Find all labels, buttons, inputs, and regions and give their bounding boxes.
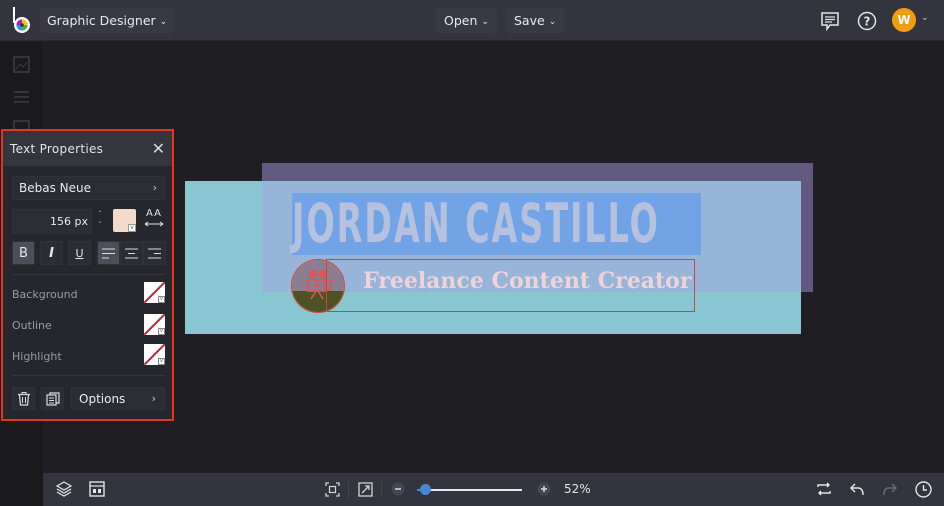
chevron-down-icon: ⌄ (481, 17, 489, 27)
redo-icon (883, 483, 898, 496)
trash-icon (17, 391, 30, 406)
close-icon[interactable]: ✕ (152, 139, 165, 158)
layers-button[interactable] (55, 480, 73, 498)
design-title-text[interactable]: JORDAN CASTILLO (292, 188, 660, 260)
fit-screen-icon (324, 481, 340, 497)
undo-button[interactable] (848, 480, 866, 498)
duplicate-button[interactable] (41, 387, 64, 410)
options-label: Options (79, 391, 126, 406)
adjust-icon[interactable] (13, 88, 30, 105)
outline-label: Outline (12, 319, 52, 332)
chevron-right-icon: › (151, 392, 156, 405)
font-family-select[interactable]: Bebas Neue › (12, 176, 165, 200)
chevron-down-icon[interactable]: ⌄ (921, 13, 929, 23)
font-family-value: Bebas Neue (19, 181, 91, 195)
layers-icon (56, 481, 72, 497)
expand-icon (357, 481, 373, 497)
layout-icon (89, 481, 105, 497)
top-bar: Graphic Designer ⌄ Open ⌄ Save ⌄ ? W ⌄ (0, 0, 944, 41)
expand-button[interactable] (356, 480, 374, 498)
help-button[interactable]: ? (856, 10, 878, 32)
zoom-slider-track[interactable] (417, 489, 522, 491)
divider (12, 274, 165, 275)
letter-spacing-label: AA (146, 208, 162, 219)
zoom-out-button[interactable] (389, 480, 407, 498)
minus-circle-icon (391, 482, 405, 496)
font-size-input[interactable]: 156 px (12, 209, 92, 234)
divider (381, 481, 382, 498)
project-type-label: Graphic Designer (47, 13, 156, 28)
design-subtitle-text[interactable]: Freelance Content Creator (363, 268, 691, 294)
italic-button[interactable]: I (40, 241, 63, 265)
divider (12, 375, 165, 376)
bold-button[interactable]: B (12, 241, 35, 265)
panel-header: Text Properties ✕ (3, 131, 172, 166)
align-left-icon (102, 248, 115, 258)
save-label: Save (514, 13, 545, 28)
chevron-down-icon: v (128, 224, 136, 232)
help-icon: ? (857, 11, 877, 31)
chevron-down-icon: v (158, 358, 165, 365)
text-properties-panel: Text Properties ✕ Bebas Neue › 156 px ˆ … (1, 129, 174, 421)
avatar[interactable]: W (892, 8, 916, 32)
background-label: Background (12, 288, 78, 301)
swap-button[interactable] (815, 480, 833, 498)
bottom-toolbar: 52% (43, 473, 944, 506)
project-type-dropdown[interactable]: Graphic Designer ⌄ (40, 8, 175, 33)
clock-icon (914, 480, 932, 498)
save-menu-button[interactable]: Save ⌄ (506, 8, 565, 33)
history-button[interactable] (914, 480, 932, 498)
underline-button[interactable]: U (68, 241, 91, 265)
chevron-down-icon: v (158, 328, 165, 335)
logo-icon[interactable] (11, 6, 33, 34)
image-icon[interactable] (13, 56, 30, 73)
zoom-slider-thumb[interactable] (419, 484, 431, 495)
bold-icon: B (19, 245, 28, 261)
chevron-down-icon: ⌄ (548, 17, 557, 27)
fit-to-screen-button[interactable] (323, 480, 341, 498)
comments-button[interactable] (819, 10, 841, 32)
align-right-button[interactable] (143, 241, 166, 265)
align-center-button[interactable] (120, 241, 143, 265)
chevron-down-icon: v (158, 296, 165, 303)
svg-text:?: ? (864, 15, 871, 29)
open-label: Open (444, 13, 478, 28)
chevron-up-icon[interactable]: ˆ (94, 209, 106, 220)
highlight-label: Highlight (12, 350, 62, 363)
chevron-right-icon: › (152, 181, 157, 194)
align-center-icon (125, 248, 138, 258)
chevron-down-icon: ⌄ (159, 17, 168, 27)
comments-icon (821, 12, 839, 31)
outline-color-swatch[interactable]: v (144, 314, 165, 335)
letter-spacing-button[interactable]: AA (143, 208, 165, 234)
letter-spacing-icon (144, 221, 164, 227)
chevron-down-icon[interactable]: ˇ (94, 220, 106, 231)
swap-icon (817, 482, 831, 496)
underline-icon: U (75, 246, 84, 260)
options-button[interactable]: Options › (71, 387, 165, 410)
font-size-stepper[interactable]: ˆ ˇ (94, 209, 106, 234)
open-menu-button[interactable]: Open ⌄ (436, 8, 497, 33)
layout-button[interactable] (88, 480, 106, 498)
divider (348, 481, 349, 498)
italic-icon: I (49, 245, 54, 261)
zoom-in-button[interactable] (535, 480, 553, 498)
duplicate-icon (45, 391, 60, 406)
background-color-swatch[interactable]: v (144, 282, 165, 303)
delete-button[interactable] (12, 387, 35, 410)
highlight-color-swatch[interactable]: v (144, 344, 165, 365)
undo-icon (849, 483, 864, 496)
text-color-swatch[interactable]: v (113, 209, 136, 232)
align-right-icon (148, 248, 161, 258)
redo-button[interactable] (881, 480, 899, 498)
plus-circle-icon (537, 482, 551, 496)
panel-title: Text Properties (10, 141, 104, 156)
zoom-percent: 52% (564, 482, 591, 496)
align-left-button[interactable] (97, 241, 120, 265)
